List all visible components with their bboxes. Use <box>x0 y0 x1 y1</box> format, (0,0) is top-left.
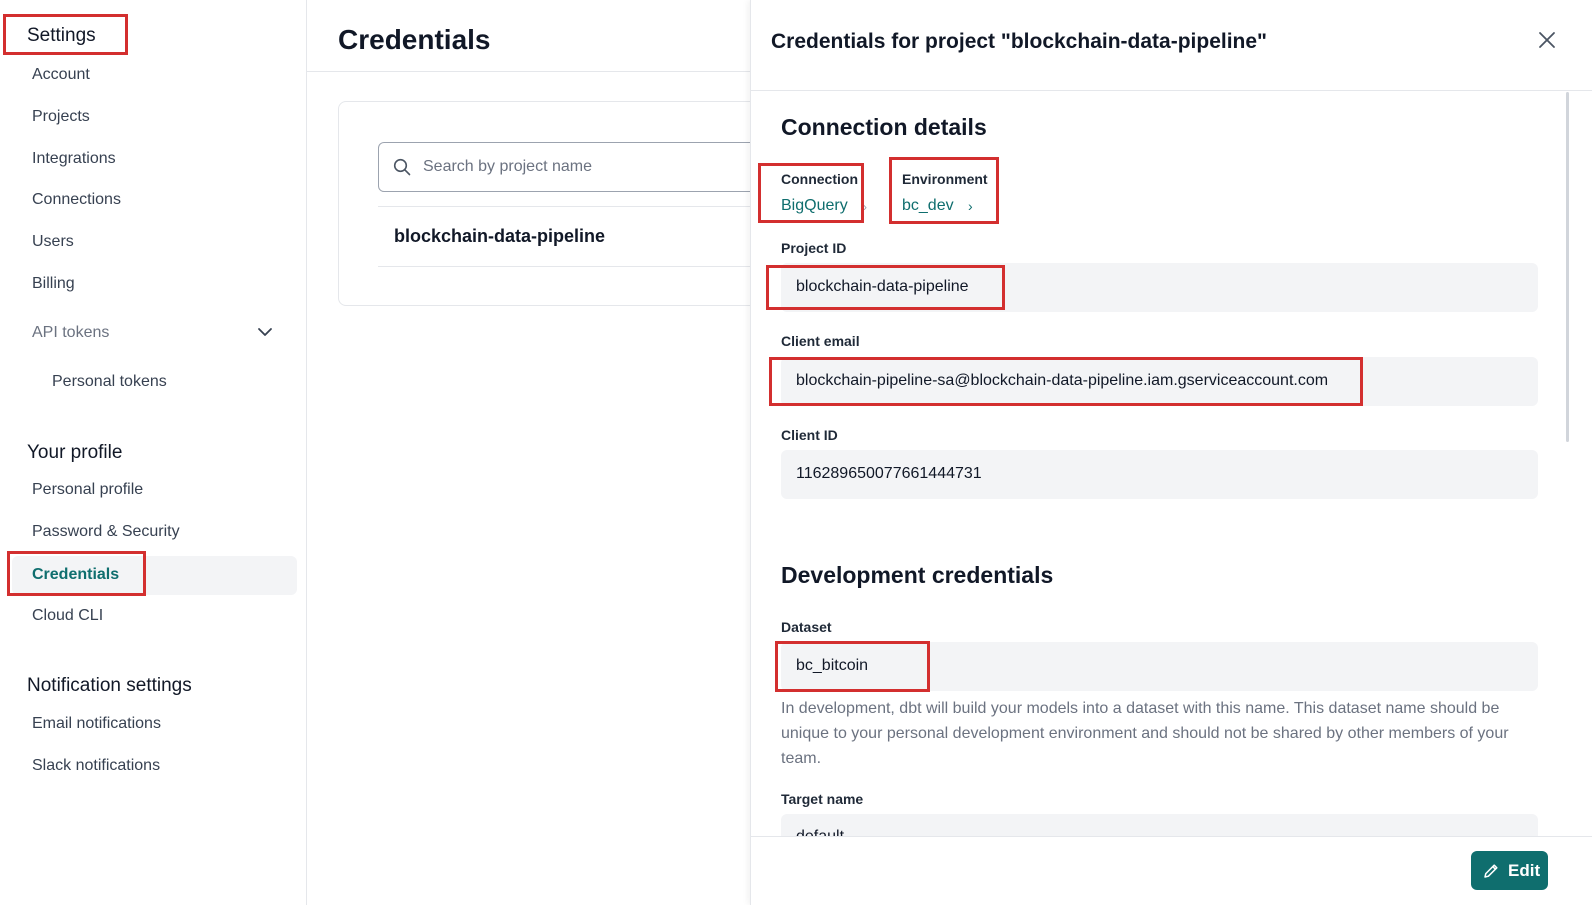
development-credentials-title: Development credentials <box>781 562 1054 588</box>
settings-sidebar: Settings Account Projects Integrations C… <box>0 0 307 905</box>
sidebar-item-slack-notifications[interactable]: Slack notifications <box>32 757 160 775</box>
client-email-label: Client email <box>781 333 860 349</box>
sidebar-item-account[interactable]: Account <box>32 66 90 84</box>
dataset-label: Dataset <box>781 619 832 635</box>
sidebar-item-integrations[interactable]: Integrations <box>32 150 116 168</box>
credentials-drawer: Credentials for project "blockchain-data… <box>750 0 1592 905</box>
connection-link[interactable]: BigQuery <box>781 197 848 215</box>
page-title: Credentials <box>338 24 491 55</box>
environment-link[interactable]: bc_dev <box>902 197 954 215</box>
sidebar-item-label: Credentials <box>32 566 120 583</box>
main-content: Credentials blockchain-data-pipeline <box>307 0 798 905</box>
divider <box>378 206 798 207</box>
connection-label: Connection <box>781 171 858 187</box>
target-name-field: default <box>781 814 1538 836</box>
project-id-field: blockchain-data-pipeline <box>781 263 1538 312</box>
app-root: Settings Account Projects Integrations C… <box>0 0 1592 905</box>
target-name-value: default <box>796 828 844 836</box>
sidebar-item-billing[interactable]: Billing <box>32 275 75 293</box>
sidebar-item-email-notifications[interactable]: Email notifications <box>32 715 161 733</box>
sidebar-item-users[interactable]: Users <box>32 233 74 251</box>
close-icon[interactable] <box>1537 30 1557 50</box>
notification-heading: Notification settings <box>27 675 192 696</box>
pencil-icon <box>1484 864 1498 878</box>
target-name-label: Target name <box>781 791 864 807</box>
drawer-title: Credentials for project "blockchain-data… <box>771 30 1268 53</box>
sidebar-item-personal-tokens[interactable]: Personal tokens <box>52 373 167 391</box>
client-id-label: Client ID <box>781 427 838 443</box>
divider <box>751 836 1592 837</box>
client-email-value: blockchain-pipeline-sa@blockchain-data-p… <box>796 372 1329 389</box>
sidebar-item-api-tokens[interactable]: API tokens <box>32 324 109 342</box>
environment-label: Environment <box>902 171 988 187</box>
divider <box>378 266 798 267</box>
chevron-right-icon: › <box>863 200 867 214</box>
edit-label: Edit <box>1508 861 1541 880</box>
project-row-blockchain-data-pipeline[interactable]: blockchain-data-pipeline <box>394 226 605 247</box>
dataset-value: bc_bitcoin <box>796 657 869 674</box>
divider <box>307 71 750 72</box>
project-list-card: blockchain-data-pipeline <box>338 101 798 306</box>
sidebar-item-personal-profile[interactable]: Personal profile <box>32 481 143 499</box>
search-input[interactable] <box>423 153 783 181</box>
project-id-value: blockchain-data-pipeline <box>796 278 969 295</box>
sidebar-item-cloud-cli[interactable]: Cloud CLI <box>32 607 103 625</box>
sidebar-item-credentials[interactable]: Credentials <box>12 556 297 595</box>
search-box[interactable] <box>378 142 798 192</box>
scrollbar[interactable] <box>1566 92 1569 442</box>
client-id-field: 116289650077661444731 <box>781 450 1538 499</box>
dataset-help-text: In development, dbt will build your mode… <box>781 700 1509 767</box>
dataset-field: bc_bitcoin <box>781 642 1538 691</box>
client-id-value: 116289650077661444731 <box>796 465 982 482</box>
settings-heading: Settings <box>27 25 96 46</box>
chevron-down-icon[interactable] <box>257 324 273 340</box>
search-icon <box>393 158 411 176</box>
sidebar-item-projects[interactable]: Projects <box>32 108 90 126</box>
sidebar-item-password-security[interactable]: Password & Security <box>32 523 180 541</box>
chevron-right-icon: › <box>968 198 973 214</box>
project-id-label: Project ID <box>781 240 847 256</box>
client-email-field: blockchain-pipeline-sa@blockchain-data-p… <box>781 357 1538 406</box>
edit-button[interactable]: Edit <box>1471 851 1548 890</box>
connection-details-title: Connection details <box>781 114 987 140</box>
divider <box>751 90 1592 91</box>
profile-heading: Your profile <box>27 442 123 463</box>
sidebar-item-connections[interactable]: Connections <box>32 191 121 209</box>
